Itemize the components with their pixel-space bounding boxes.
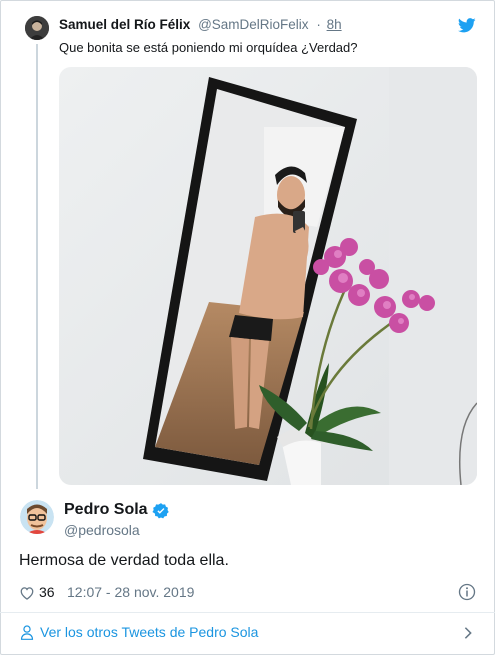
info-icon[interactable] [458, 583, 476, 601]
parent-tweet-text: Que bonita se está poniendo mi orquídea … [59, 40, 358, 55]
parent-author-avatar[interactable] [25, 16, 49, 40]
header-separator: · [316, 17, 321, 32]
chevron-right-icon[interactable] [463, 626, 473, 640]
parent-author-handle[interactable]: @SamDelRioFelix [198, 17, 308, 32]
see-more-tweets-link[interactable]: Ver los otros Tweets de Pedro Sola [0, 613, 495, 653]
main-tweet-text: Hermosa de verdad toda ella. [19, 552, 229, 569]
attached-photo[interactable] [59, 67, 477, 485]
tweet-timestamp[interactable]: 12:07 - 28 nov. 2019 [67, 584, 194, 600]
see-more-tweets-label[interactable]: Ver los otros Tweets de Pedro Sola [40, 624, 258, 640]
verified-badge-icon [152, 503, 169, 519]
main-author-name[interactable]: Pedro Sola [64, 501, 148, 519]
main-author-handle[interactable]: @pedrosola [64, 522, 140, 538]
parent-author-name[interactable]: Samuel del Río Félix [59, 17, 190, 32]
heart-icon[interactable] [19, 586, 35, 600]
user-icon [20, 625, 34, 640]
parent-tweet-time[interactable]: 8h [327, 17, 342, 32]
thread-connector-line [36, 44, 38, 489]
twitter-bird-icon[interactable] [458, 18, 476, 33]
main-author-avatar[interactable] [20, 500, 54, 534]
parent-tweet-header: Samuel del Río Félix @SamDelRioFelix · 8… [59, 17, 342, 32]
like-count[interactable]: 36 [39, 584, 55, 600]
